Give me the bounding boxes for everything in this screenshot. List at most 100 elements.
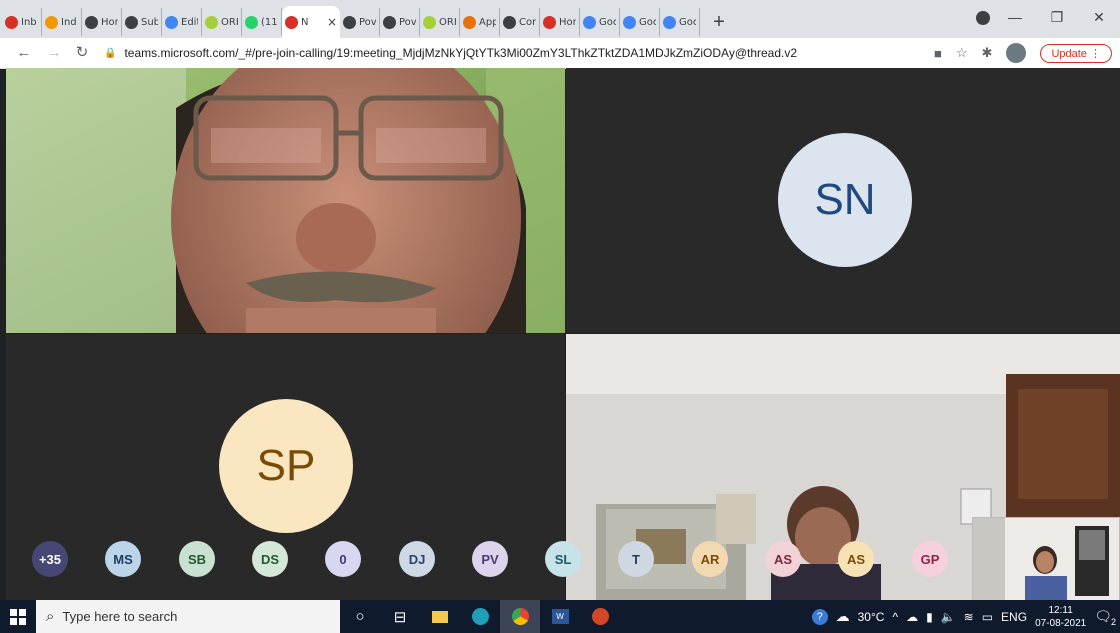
weather-temp[interactable]: 30°C bbox=[858, 610, 885, 624]
close-window-icon[interactable]: ✕ bbox=[1078, 9, 1120, 26]
window-controls: — ❐ ✕ bbox=[994, 0, 1120, 34]
browser-tab[interactable]: Sub bbox=[122, 8, 162, 36]
taskbar-search[interactable]: ⌕ Type here to search bbox=[36, 600, 340, 633]
participant-bubble[interactable]: MS bbox=[105, 541, 141, 577]
browser-tab[interactable]: Goo bbox=[660, 8, 700, 36]
participant-bubble[interactable]: SL bbox=[545, 541, 581, 577]
browser-tab[interactable]: (11) bbox=[242, 8, 282, 36]
forward-icon[interactable]: → bbox=[44, 43, 64, 63]
update-label: Update bbox=[1051, 47, 1087, 60]
whatsapp-icon bbox=[245, 15, 258, 29]
file-explorer-icon[interactable] bbox=[420, 600, 460, 633]
wifi-icon[interactable]: ≋ bbox=[964, 610, 974, 624]
task-view-icon[interactable]: ⊟ bbox=[380, 600, 420, 633]
clock-date: 07-08-2021 bbox=[1035, 617, 1087, 629]
close-tab-icon[interactable]: × bbox=[327, 15, 337, 29]
globe-icon bbox=[343, 15, 356, 29]
participant-bubble[interactable]: +35 bbox=[32, 541, 68, 577]
browser-tab[interactable]: Edit bbox=[162, 8, 202, 36]
tab-title: Pov bbox=[399, 16, 416, 28]
star-icon[interactable]: ☆ bbox=[956, 45, 968, 61]
weather-icon[interactable]: ☁ bbox=[836, 608, 850, 625]
language-indicator[interactable]: ENG bbox=[1001, 610, 1027, 624]
edge-icon[interactable] bbox=[460, 600, 500, 633]
self-view[interactable] bbox=[972, 517, 1120, 602]
usb-icon[interactable]: ▮ bbox=[926, 610, 933, 624]
browser-tab[interactable]: Hor bbox=[540, 8, 580, 36]
google-icon bbox=[583, 15, 596, 29]
browser-tab[interactable]: ORI bbox=[420, 8, 460, 36]
url-text: teams.microsoft.com/_#/pre-join-calling/… bbox=[124, 46, 798, 60]
avatar-initials: SP bbox=[256, 441, 316, 490]
participant-bubble[interactable]: 0 bbox=[325, 541, 361, 577]
participant-bubble[interactable]: T bbox=[618, 541, 654, 577]
browser-tab[interactable]: Goo bbox=[580, 8, 620, 36]
volume-icon[interactable]: 🔈 bbox=[941, 610, 956, 624]
back-icon[interactable]: ← bbox=[14, 43, 34, 63]
participant-bubble[interactable]: AS bbox=[765, 541, 801, 577]
powerpoint-icon[interactable] bbox=[580, 600, 620, 633]
windows-start-icon[interactable] bbox=[0, 600, 36, 633]
help-icon[interactable]: ? bbox=[811, 608, 828, 625]
browser-tab[interactable]: Cor bbox=[500, 8, 540, 36]
browser-toolbar: ← → ↻ 🔒 teams.microsoft.com/_#/pre-join-… bbox=[0, 38, 1120, 69]
camera-icon[interactable]: ■ bbox=[934, 46, 942, 61]
tab-title: App bbox=[479, 16, 496, 28]
tab-title: Sub bbox=[141, 16, 158, 28]
tab-title: Goo bbox=[679, 16, 696, 28]
globe-icon bbox=[503, 15, 516, 29]
participant-bubble[interactable]: GP bbox=[912, 541, 948, 577]
globe-icon bbox=[125, 15, 138, 29]
tab-title: Inb bbox=[21, 16, 37, 28]
word-icon[interactable]: W bbox=[540, 600, 580, 633]
new-tab-icon[interactable]: + bbox=[706, 9, 732, 35]
record-icon bbox=[543, 15, 556, 29]
e-icon bbox=[463, 15, 476, 29]
browser-tab[interactable]: Hor bbox=[82, 8, 122, 36]
participant-video bbox=[6, 68, 565, 333]
browser-tab[interactable]: Ind bbox=[42, 8, 82, 36]
chrome-icon[interactable] bbox=[500, 600, 540, 633]
tab-title: Hor bbox=[559, 16, 576, 28]
gmail-icon bbox=[5, 15, 18, 29]
browser-tab[interactable]: Pov bbox=[380, 8, 420, 36]
lock-icon: 🔒 bbox=[104, 47, 117, 59]
browser-tab[interactable]: ORI bbox=[202, 8, 242, 36]
participant-bubble[interactable]: AR bbox=[692, 541, 728, 577]
browser-tab[interactable]: Pov bbox=[340, 8, 380, 36]
tab-title: (11) bbox=[261, 16, 278, 28]
chevron-up-icon[interactable]: ^ bbox=[892, 610, 898, 624]
cloud-icon[interactable]: ☁ bbox=[906, 610, 918, 624]
extension-icon[interactable] bbox=[976, 11, 990, 25]
profile-avatar[interactable] bbox=[1006, 43, 1027, 63]
update-button[interactable]: Update ⋮ bbox=[1040, 43, 1112, 63]
browser-tab[interactable]: App bbox=[460, 8, 500, 36]
participant-bubble[interactable]: SB bbox=[179, 541, 215, 577]
minimize-icon[interactable]: — bbox=[994, 9, 1036, 25]
participant-bubble[interactable]: AS bbox=[838, 541, 874, 577]
tab-title: Goo bbox=[639, 16, 656, 28]
orcid-icon bbox=[205, 15, 218, 29]
restore-icon[interactable]: ❐ bbox=[1036, 9, 1078, 26]
google-icon bbox=[623, 15, 636, 29]
browser-tab[interactable]: Inb bbox=[2, 8, 42, 36]
clock[interactable]: 12:11 07-08-2021 bbox=[1035, 604, 1086, 630]
browser-tab[interactable]: Goo bbox=[620, 8, 660, 36]
globe-icon bbox=[85, 15, 98, 29]
video-tile-top-left[interactable] bbox=[6, 68, 565, 333]
participant-bubble[interactable]: DJ bbox=[399, 541, 435, 577]
browser-tab[interactable]: N × bbox=[282, 6, 340, 38]
browser-tab-strip: InbIndHorSubEditORI(11)N×PovPovORIAppCor… bbox=[0, 0, 1120, 38]
puzzle-icon[interactable]: ✱ bbox=[982, 45, 993, 61]
google-icon bbox=[663, 15, 676, 29]
video-tile-top-right[interactable]: SN bbox=[566, 68, 1120, 333]
battery-icon[interactable]: ▭ bbox=[982, 610, 993, 624]
cortana-icon[interactable]: ○ bbox=[340, 600, 380, 633]
tab-title: ORI bbox=[221, 16, 238, 28]
address-bar[interactable]: 🔒 teams.microsoft.com/_#/pre-join-callin… bbox=[104, 41, 924, 65]
tab-title: N bbox=[301, 16, 309, 28]
reload-icon[interactable]: ↻ bbox=[72, 43, 92, 63]
participant-bubble[interactable]: PV bbox=[472, 541, 508, 577]
notification-icon[interactable]: 🗨 2 bbox=[1094, 608, 1116, 627]
participant-bubble[interactable]: DS bbox=[252, 541, 288, 577]
